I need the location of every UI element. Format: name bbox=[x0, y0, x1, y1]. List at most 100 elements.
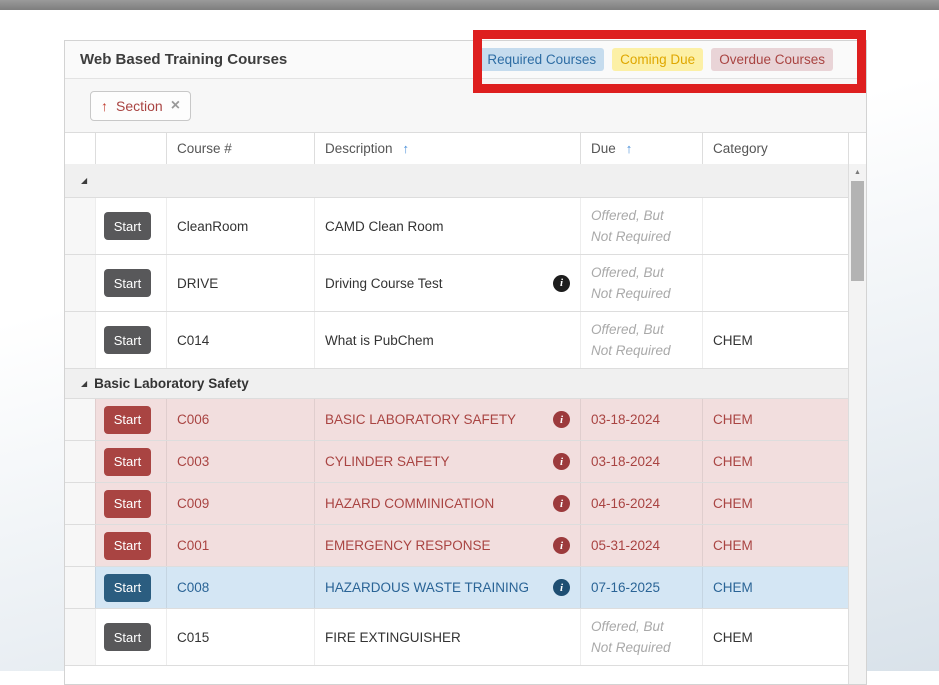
group-indicator-cell bbox=[65, 609, 95, 665]
due-cell: Offered, But Not Required bbox=[580, 312, 702, 368]
course-number-cell: C003 bbox=[166, 441, 314, 482]
group-indicator-cell bbox=[65, 525, 95, 566]
group-by-section-chip[interactable]: ↑ Section × bbox=[90, 91, 191, 121]
legend-overdue-courses: Overdue Courses bbox=[711, 48, 833, 71]
course-description-text: FIRE EXTINGUISHER bbox=[325, 630, 461, 645]
course-description-cell: BASIC LABORATORY SAFETY i bbox=[314, 399, 580, 440]
remove-group-icon[interactable]: × bbox=[171, 98, 180, 114]
start-course-button[interactable]: Start bbox=[104, 212, 151, 240]
header-due[interactable]: Due↑ bbox=[580, 133, 702, 164]
not-required-text: Offered, But Not Required bbox=[591, 319, 702, 361]
course-description-text: BASIC LABORATORY SAFETY bbox=[325, 412, 516, 427]
start-course-button[interactable]: Start bbox=[104, 490, 151, 518]
legend-required-courses: Required Courses bbox=[479, 48, 604, 71]
group-indicator-cell bbox=[65, 198, 95, 254]
info-icon[interactable]: i bbox=[553, 453, 570, 470]
course-number-cell: DRIVE bbox=[166, 255, 314, 311]
action-cell: Start bbox=[95, 441, 166, 482]
panel-header: Web Based Training Courses Required Cour… bbox=[65, 41, 866, 79]
course-number-cell: C006 bbox=[166, 399, 314, 440]
start-course-button[interactable]: Start bbox=[104, 574, 151, 602]
course-description-text: What is PubChem bbox=[325, 333, 434, 348]
group-indicator-cell bbox=[65, 483, 95, 524]
course-description-cell: EMERGENCY RESPONSEi bbox=[314, 525, 580, 566]
status-legend: Required Courses Coming Due Overdue Cour… bbox=[479, 48, 833, 71]
action-cell: Start bbox=[95, 525, 166, 566]
due-cell: Offered, But Not Required bbox=[580, 255, 702, 311]
category-cell: CHEM bbox=[702, 312, 848, 368]
sort-ascending-icon[interactable]: ↑ bbox=[101, 98, 108, 114]
due-cell: 04-16-2024 bbox=[580, 483, 702, 524]
due-cell: 03-18-2024 bbox=[580, 399, 702, 440]
grouping-toolbar: ↑ Section × bbox=[65, 79, 866, 133]
header-category[interactable]: Category bbox=[702, 133, 848, 164]
due-cell: 07-16-2025 bbox=[580, 567, 702, 608]
table-body: ◢ Start CleanRoom CAMD Clean Room Offered, B… bbox=[65, 164, 848, 684]
table-header-row: Course # Description↑ Due↑ Category bbox=[65, 133, 866, 165]
course-number-cell: C015 bbox=[166, 609, 314, 665]
action-cell: Start bbox=[95, 198, 166, 254]
due-cell: Offered, But Not Required bbox=[580, 609, 702, 665]
course-description-text: HAZARDOUS WASTE TRAINING bbox=[325, 580, 529, 595]
not-required-text: Offered, But Not Required bbox=[591, 262, 702, 304]
group-indicator-cell bbox=[65, 255, 95, 311]
group-chip-label: Section bbox=[116, 98, 163, 114]
course-description-cell: HAZARDOUS WASTE TRAINING i bbox=[314, 567, 580, 608]
course-number-cell: C008 bbox=[166, 567, 314, 608]
category-cell: CHEM bbox=[702, 609, 848, 665]
training-courses-panel: Web Based Training Courses Required Cour… bbox=[64, 40, 867, 685]
browser-top-bar bbox=[0, 0, 939, 10]
group-collapse-icon[interactable]: ◢ bbox=[81, 177, 87, 185]
group-indicator-cell bbox=[65, 441, 95, 482]
info-icon[interactable]: i bbox=[553, 537, 570, 554]
group-header-row[interactable]: ◢Basic Laboratory Safety bbox=[65, 369, 848, 399]
category-cell: CHEM bbox=[702, 399, 848, 440]
action-cell: Start bbox=[95, 255, 166, 311]
not-required-text: Offered, But Not Required bbox=[591, 616, 702, 658]
scrollbar-thumb[interactable] bbox=[851, 181, 864, 281]
course-row: Start CleanRoom CAMD Clean Room Offered, Bu… bbox=[65, 198, 848, 255]
sort-ascending-icon: ↑ bbox=[403, 141, 410, 156]
course-number-cell: CleanRoom bbox=[166, 198, 314, 254]
start-course-button[interactable]: Start bbox=[104, 326, 151, 354]
start-course-button[interactable]: Start bbox=[104, 448, 151, 476]
header-action bbox=[95, 133, 166, 164]
action-cell: Start bbox=[95, 609, 166, 665]
course-description-cell: FIRE EXTINGUISHER bbox=[314, 609, 580, 665]
group-header-row[interactable]: ◢ bbox=[65, 164, 848, 198]
course-number-cell: C009 bbox=[166, 483, 314, 524]
start-course-button[interactable]: Start bbox=[104, 406, 151, 434]
course-row: Start C006 BASIC LABORATORY SAFETY i 03-18-2… bbox=[65, 399, 848, 441]
category-cell: CHEM bbox=[702, 567, 848, 608]
due-cell: Offered, But Not Required bbox=[580, 198, 702, 254]
course-description-cell: Driving Course Test i bbox=[314, 255, 580, 311]
info-icon[interactable]: i bbox=[553, 495, 570, 512]
start-course-button[interactable]: Start bbox=[104, 623, 151, 651]
due-cell: 03-18-2024 bbox=[580, 441, 702, 482]
info-icon[interactable]: i bbox=[553, 275, 570, 292]
course-row: StartC003CYLINDER SAFETYi03-18-2024CHEM bbox=[65, 441, 848, 483]
header-course-number[interactable]: Course # bbox=[166, 133, 314, 164]
action-cell: Start bbox=[95, 483, 166, 524]
course-description-text: CAMD Clean Room bbox=[325, 219, 444, 234]
sort-ascending-icon: ↑ bbox=[626, 141, 633, 156]
start-course-button[interactable]: Start bbox=[104, 269, 151, 297]
info-icon[interactable]: i bbox=[553, 579, 570, 596]
header-description[interactable]: Description↑ bbox=[314, 133, 580, 164]
course-description-cell: HAZARD COMMINICATIONi bbox=[314, 483, 580, 524]
header-group-indicator bbox=[65, 133, 95, 164]
group-indicator-cell bbox=[65, 399, 95, 440]
info-icon[interactable]: i bbox=[553, 411, 570, 428]
action-cell: Start bbox=[95, 399, 166, 440]
category-cell: CHEM bbox=[702, 483, 848, 524]
group-collapse-icon[interactable]: ◢ bbox=[81, 380, 87, 388]
vertical-scrollbar[interactable]: ▲ bbox=[848, 164, 866, 684]
action-cell: Start bbox=[95, 567, 166, 608]
group-indicator-cell bbox=[65, 312, 95, 368]
course-row: StartC001EMERGENCY RESPONSEi05-31-2024CH… bbox=[65, 525, 848, 567]
category-cell bbox=[702, 255, 848, 311]
scrollbar-up-arrow-icon[interactable]: ▲ bbox=[849, 164, 866, 181]
course-description-cell: What is PubChem bbox=[314, 312, 580, 368]
course-description-text: Driving Course Test bbox=[325, 276, 443, 291]
start-course-button[interactable]: Start bbox=[104, 532, 151, 560]
